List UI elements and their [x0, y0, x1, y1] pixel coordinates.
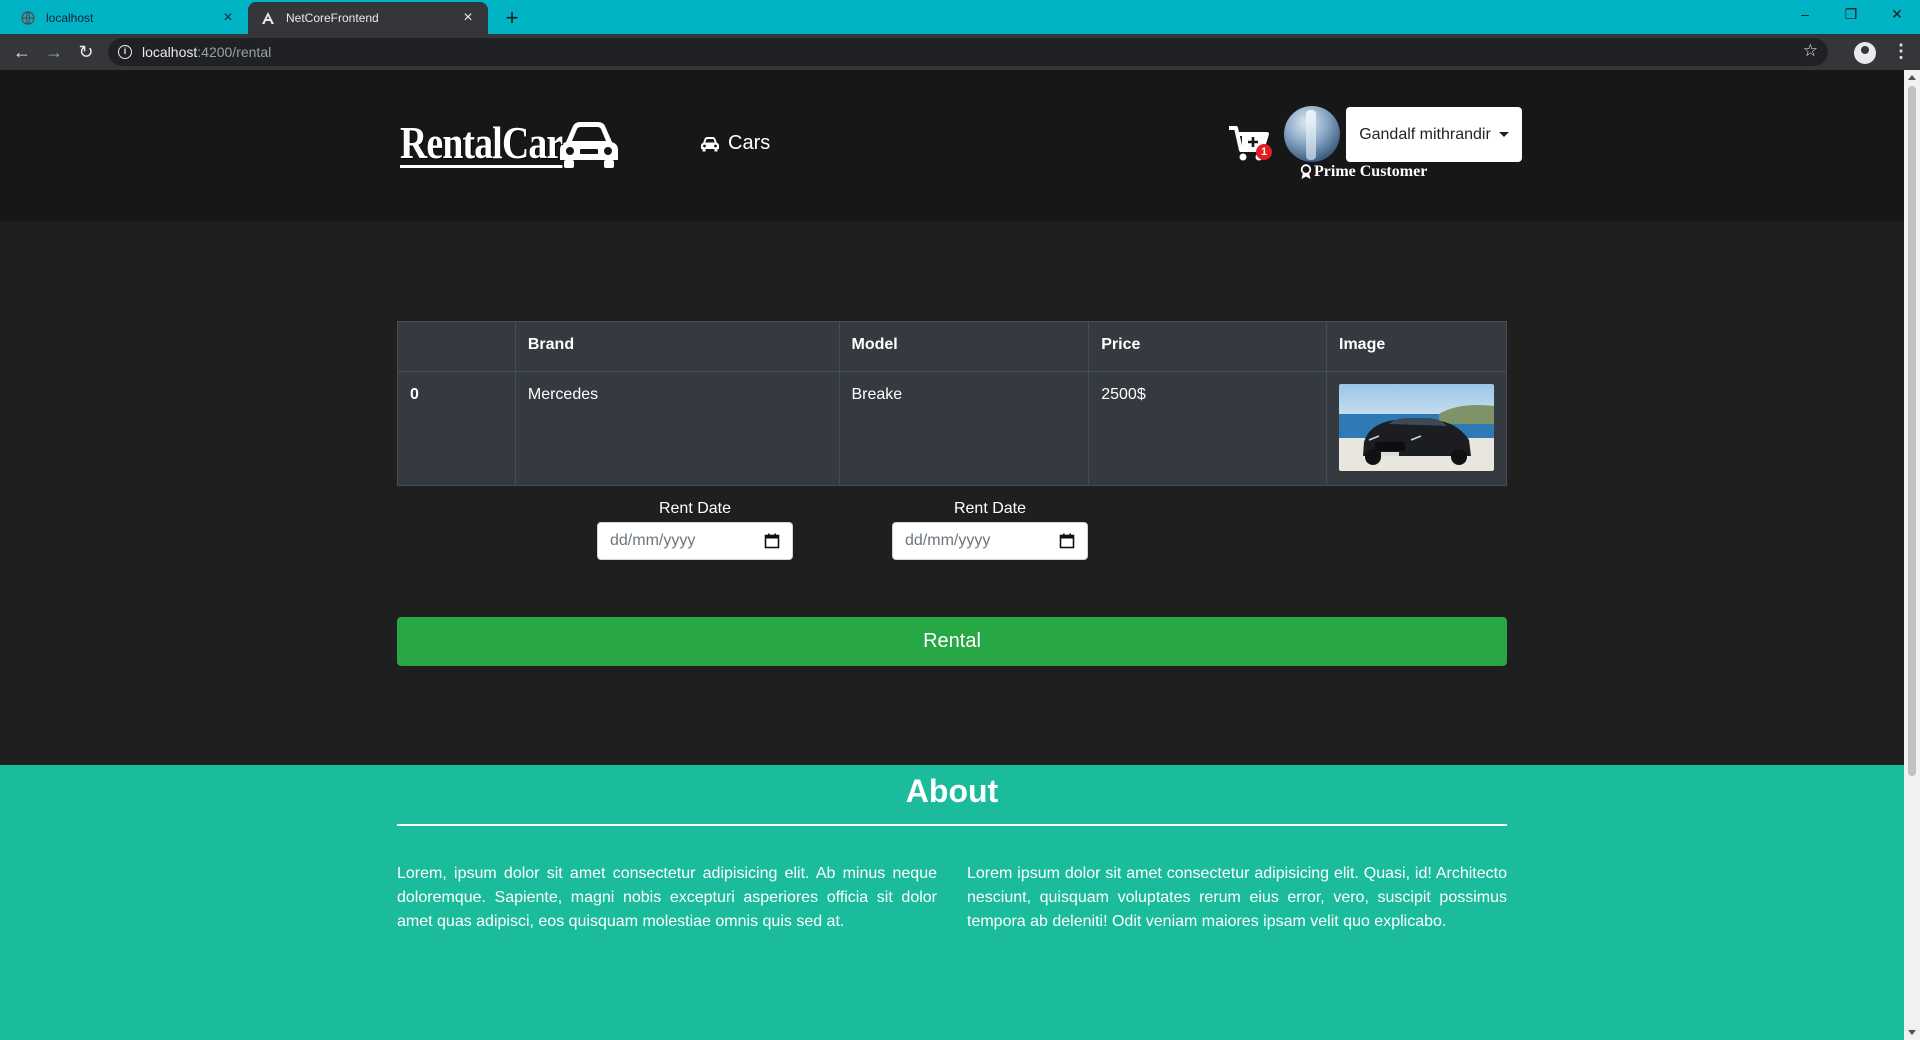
nav-link-cars[interactable]: Cars	[700, 132, 770, 155]
cart-button[interactable]: 1	[1228, 124, 1274, 164]
header-brand: Brand	[514, 321, 840, 372]
prime-label: Prime Customer	[1314, 163, 1428, 180]
browser-menu-icon[interactable]: ⋮	[1892, 41, 1910, 62]
row-image-cell	[1326, 371, 1507, 486]
about-text-left: Lorem, ipsum dolor sit amet consectetur …	[397, 865, 937, 930]
calendar-icon[interactable]	[764, 533, 780, 549]
url-field[interactable]: i localhost:4200/rental ☆	[108, 38, 1828, 66]
forward-icon[interactable]: →	[42, 40, 66, 64]
cart-count-badge: 1	[1256, 144, 1272, 160]
award-icon	[1300, 164, 1312, 179]
rent-date-label: Rent Date	[658, 500, 732, 517]
header-model: Model	[838, 321, 1090, 372]
rent-date-group-2: Rent Date dd/mm/yyyy	[892, 500, 1088, 560]
address-bar: ← → ↻ i localhost:4200/rental ☆ ⋮	[0, 34, 1920, 70]
prime-customer-badge: Prime Customer	[1300, 163, 1427, 181]
scrollbar-thumb[interactable]	[1908, 86, 1916, 776]
close-tab-icon[interactable]: ×	[460, 9, 476, 27]
date-placeholder: dd/mm/yyyy	[610, 532, 696, 549]
scroll-down-icon[interactable]	[1908, 1030, 1916, 1035]
car-icon	[701, 136, 719, 151]
caret-down-icon	[1498, 132, 1509, 137]
new-tab-button[interactable]: +	[498, 4, 526, 32]
user-menu-dropdown[interactable]: Gandalf mithrandir	[1346, 107, 1522, 162]
row-price: 2500$	[1088, 371, 1327, 486]
rent-date-label: Rent Date	[953, 500, 1027, 517]
bookmark-star-icon[interactable]: ☆	[1803, 41, 1818, 61]
url-text: localhost:4200/rental	[142, 44, 272, 60]
restore-icon[interactable]: ❐	[1828, 0, 1874, 30]
site-navbar: RentalCar Cars 1 Gandalf mithrandir Prim…	[0, 70, 1904, 221]
back-icon[interactable]: ←	[10, 40, 34, 64]
tab-title: NetCoreFrontend	[286, 11, 379, 25]
logo-text: RentalCar	[400, 116, 563, 168]
site-logo[interactable]: RentalCar	[400, 116, 620, 172]
rental-button[interactable]: Rental	[397, 617, 1507, 666]
return-date-input[interactable]: dd/mm/yyyy	[892, 522, 1088, 560]
user-name: Gandalf mithrandir	[1359, 125, 1491, 143]
about-text-right: Lorem ipsum dolor sit amet consectetur a…	[967, 865, 1507, 930]
about-title: About	[905, 773, 999, 809]
site-info-icon[interactable]: i	[118, 45, 132, 59]
row-model: Breake	[838, 371, 1090, 486]
nav-cars-label: Cars	[728, 132, 771, 154]
header-index	[397, 321, 516, 372]
tab-title: localhost	[46, 11, 94, 25]
minimize-icon[interactable]: –	[1782, 0, 1828, 30]
about-section: About Lorem, ipsum dolor sit amet consec…	[0, 765, 1904, 1040]
page-scrollbar[interactable]	[1904, 70, 1920, 1040]
header-image: Image	[1326, 321, 1507, 372]
reload-icon[interactable]: ↻	[74, 40, 98, 64]
rental-table: Brand Model Price Image 0 Mercedes Break…	[397, 321, 1507, 486]
car-photo	[1339, 384, 1494, 471]
rent-date-group-1: Rent Date dd/mm/yyyy	[597, 500, 793, 560]
close-tab-icon[interactable]: ×	[220, 9, 236, 27]
calendar-icon[interactable]	[1059, 533, 1075, 549]
header-price: Price	[1088, 321, 1327, 372]
table-row: 0 Mercedes Breake 2500$	[397, 371, 1507, 486]
scroll-up-icon[interactable]	[1908, 75, 1916, 80]
user-avatar[interactable]	[1284, 106, 1340, 162]
page-viewport: RentalCar Cars 1 Gandalf mithrandir Prim…	[0, 70, 1904, 1040]
car-logo-icon	[559, 122, 618, 168]
browser-tab-bar: localhost × NetCoreFrontend × + – ❐ ✕	[0, 0, 1920, 34]
close-window-icon[interactable]: ✕	[1874, 0, 1920, 30]
profile-icon[interactable]	[1854, 42, 1876, 64]
tab-netcorefrontend[interactable]: NetCoreFrontend ×	[248, 2, 488, 34]
date-placeholder: dd/mm/yyyy	[905, 532, 991, 549]
about-divider	[397, 824, 1507, 826]
row-index: 0	[397, 371, 516, 486]
row-brand: Mercedes	[514, 371, 840, 486]
angular-icon	[260, 10, 276, 26]
globe-icon	[20, 10, 36, 26]
rent-date-input[interactable]: dd/mm/yyyy	[597, 522, 793, 560]
tab-localhost[interactable]: localhost ×	[8, 2, 248, 34]
table-header-row: Brand Model Price Image	[397, 321, 1507, 372]
